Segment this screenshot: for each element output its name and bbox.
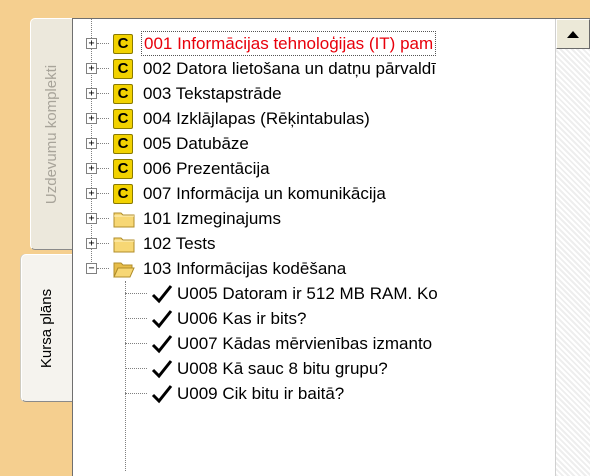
tree-item-label: U009 Cik bitu ir baitā? <box>177 384 345 403</box>
course-icon: C <box>113 184 133 204</box>
tree-item-label: U006 Kas ir bits? <box>177 309 307 328</box>
tree-child-U006[interactable]: U006 Kas ir bits? <box>73 306 553 331</box>
checkmark-icon <box>151 335 173 354</box>
course-tree[interactable]: + C 001 Informācijas tehnoloģijas (IT) p… <box>72 18 590 476</box>
course-icon: C <box>113 84 133 104</box>
expand-plus-icon[interactable]: + <box>86 138 97 149</box>
checkmark-icon <box>151 360 173 379</box>
tab-label: Uzdevumu komplekti <box>43 64 60 204</box>
vertical-scrollbar[interactable] <box>555 19 590 476</box>
tree-item-006[interactable]: + C 006 Prezentācija <box>73 156 553 181</box>
expand-plus-icon[interactable]: + <box>86 88 97 99</box>
checkmark-icon <box>151 385 173 404</box>
scroll-up-button[interactable] <box>556 19 590 49</box>
folder-open-icon <box>113 262 135 278</box>
tree-item-101[interactable]: + 101 Izmeginajums <box>73 206 553 231</box>
tree-item-label: 102 Tests <box>143 234 216 253</box>
tree-item-label: U008 Kā sauc 8 bitu grupu? <box>177 359 388 378</box>
folder-icon <box>113 212 135 228</box>
tree-child-U007[interactable]: U007 Kādas mērvienības izmanto <box>73 331 553 356</box>
tree-item-004[interactable]: + C 004 Izklājlapas (Rēķintabulas) <box>73 106 553 131</box>
tree-item-label: 003 Tekstapstrāde <box>143 84 282 103</box>
folder-icon <box>113 237 135 253</box>
tree-item-001[interactable]: + C 001 Informācijas tehnoloģijas (IT) p… <box>73 31 553 56</box>
expand-plus-icon[interactable]: + <box>86 113 97 124</box>
checkmark-icon <box>151 285 173 304</box>
tab-kursa-plans[interactable]: Kursa plāns <box>21 254 72 402</box>
tree-item-label: 101 Izmeginajums <box>143 209 281 228</box>
tree-item-005[interactable]: + C 005 Datubāze <box>73 131 553 156</box>
tree-item-label: 002 Datora lietošana un datņu pārvaldī <box>143 59 436 78</box>
tree-item-102[interactable]: + 102 Tests <box>73 231 553 256</box>
expand-plus-icon[interactable]: + <box>86 213 97 224</box>
expand-plus-icon[interactable]: + <box>86 163 97 174</box>
course-icon: C <box>113 109 133 129</box>
tree-item-003[interactable]: + C 003 Tekstapstrāde <box>73 81 553 106</box>
course-icon: C <box>113 159 133 179</box>
tree-item-label: 007 Informācija un komunikācija <box>143 184 386 203</box>
collapse-minus-icon[interactable]: − <box>86 263 97 274</box>
tree-item-002[interactable]: + C 002 Datora lietošana un datņu pārval… <box>73 56 553 81</box>
tree-item-103[interactable]: − 103 Informācijas kodēšana <box>73 256 553 281</box>
tab-label: Kursa plāns <box>38 288 56 368</box>
expand-plus-icon[interactable]: + <box>86 63 97 74</box>
tree-item-label: U005 Datoram ir 512 MB RAM. Ko <box>177 284 438 303</box>
course-icon: C <box>113 134 133 154</box>
tree-item-label: 005 Datubāze <box>143 134 249 153</box>
tree-item-label: U007 Kādas mērvienības izmanto <box>177 334 433 353</box>
arrow-up-icon <box>567 30 579 38</box>
tab-uzdevumu-komplekti[interactable]: Uzdevumu komplekti <box>30 18 72 250</box>
tree-child-U008[interactable]: U008 Kā sauc 8 bitu grupu? <box>73 356 553 381</box>
tree-item-label: 006 Prezentācija <box>143 159 270 178</box>
expand-plus-icon[interactable]: + <box>86 38 97 49</box>
expand-plus-icon[interactable]: + <box>86 238 97 249</box>
tree-child-U009[interactable]: U009 Cik bitu ir baitā? <box>73 381 553 406</box>
course-icon: C <box>113 59 133 79</box>
tree-item-label: 103 Informācijas kodēšana <box>143 259 347 278</box>
tree-item-label: 004 Izklājlapas (Rēķintabulas) <box>143 109 370 128</box>
checkmark-icon <box>151 310 173 329</box>
expand-plus-icon[interactable]: + <box>86 188 97 199</box>
tab-strip: Uzdevumu komplekti Kursa plāns <box>0 0 72 476</box>
tree-child-U005[interactable]: U005 Datoram ir 512 MB RAM. Ko <box>73 281 553 306</box>
tree-item-007[interactable]: + C 007 Informācija un komunikācija <box>73 181 553 206</box>
tree-item-label: 001 Informācijas tehnoloģijas (IT) pam <box>141 31 437 56</box>
course-icon: C <box>113 34 133 54</box>
